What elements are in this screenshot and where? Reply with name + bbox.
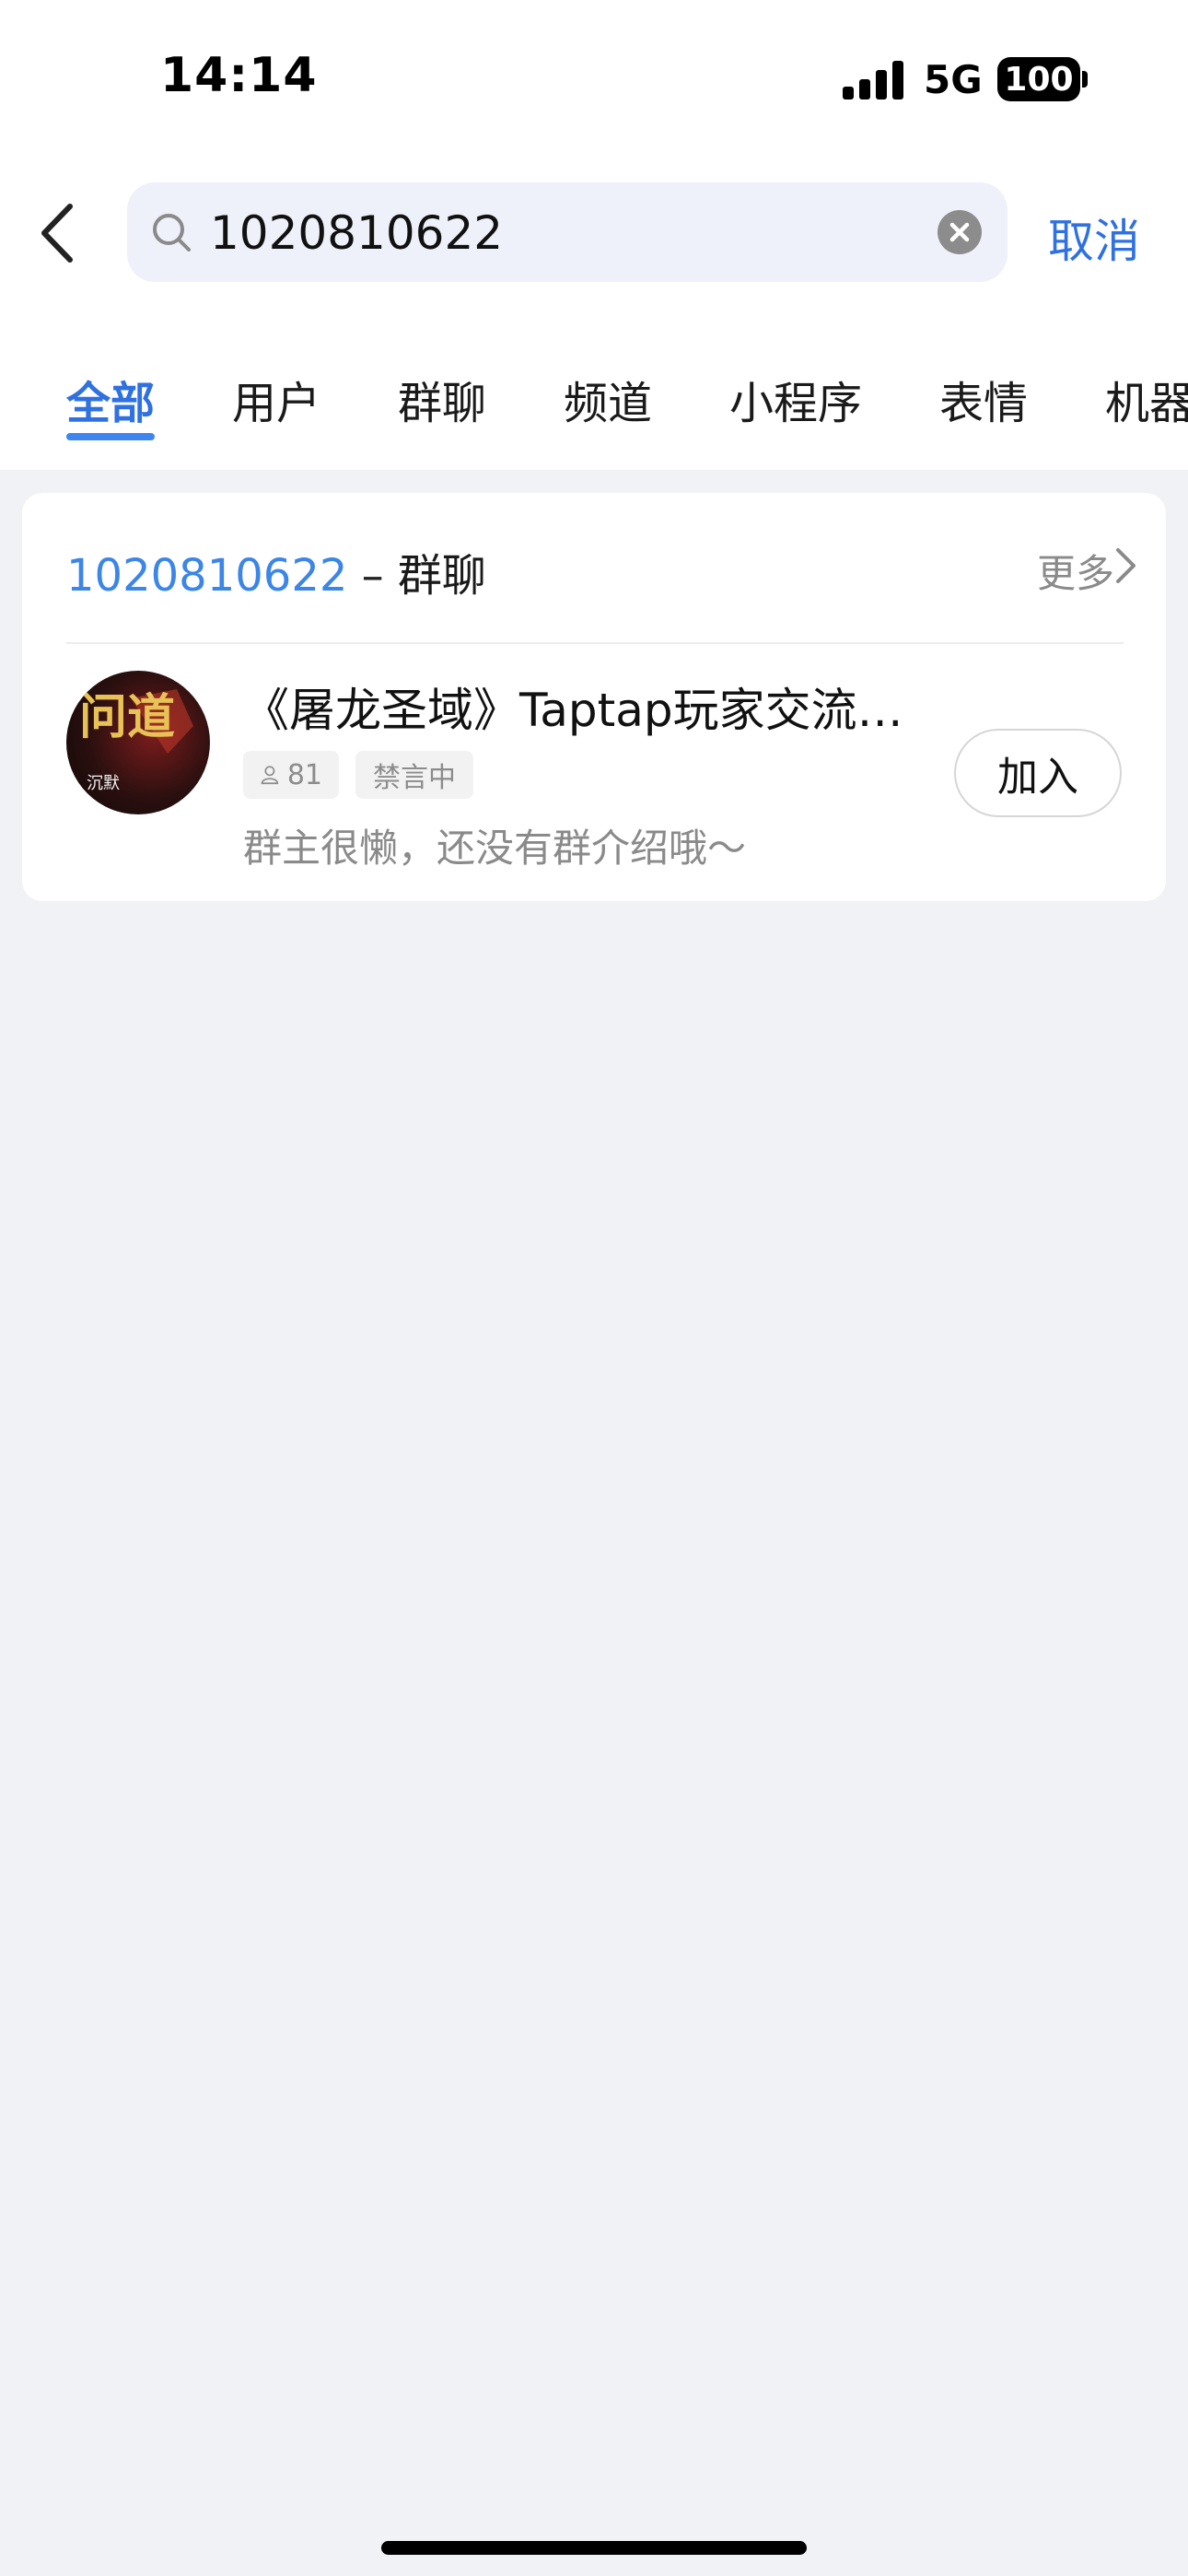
cancel-button[interactable]: 取消 <box>1048 205 1140 271</box>
chevron-right-icon[interactable] <box>1114 546 1138 585</box>
tab-users[interactable]: 用户 <box>232 367 320 431</box>
search-input[interactable]: 1020810622 <box>127 182 1007 282</box>
member-count-badge: 81 <box>243 751 339 799</box>
tab-all[interactable]: 全部 <box>66 367 155 431</box>
header-area: 14:14 5G 100 1020810622 取消 全部 用户 群聊 频道 小… <box>0 0 1188 470</box>
avatar-title: 问道 <box>79 689 175 745</box>
status-time: 14:14 <box>160 48 318 103</box>
clear-search-button[interactable] <box>938 210 982 254</box>
battery-icon: 100 <box>997 57 1080 101</box>
join-button[interactable]: 加入 <box>954 729 1122 817</box>
back-button[interactable] <box>35 201 81 265</box>
search-icon <box>153 214 191 252</box>
close-icon <box>949 222 970 242</box>
active-tab-indicator <box>66 433 155 440</box>
cellular-signal-icon <box>843 61 905 100</box>
group-results-card: 1020810622 – 群聊 更多 问道 沉默 《屠龙圣域》Taptap玩家交… <box>22 493 1166 901</box>
section-separator: – <box>347 550 398 602</box>
section-type: 群聊 <box>397 550 486 602</box>
tab-channels[interactable]: 频道 <box>564 367 652 431</box>
person-icon <box>261 766 279 785</box>
category-tabs: 全部 用户 群聊 频道 小程序 表情 机器 <box>0 359 1188 442</box>
tab-stickers[interactable]: 表情 <box>939 367 1028 431</box>
battery-cap <box>1082 71 1088 88</box>
mute-status-badge: 禁言中 <box>355 751 473 799</box>
tab-group-chats[interactable]: 群聊 <box>398 367 486 431</box>
battery-level: 100 <box>1004 60 1074 99</box>
member-count: 81 <box>286 758 322 791</box>
avatar-subtitle: 沉默 <box>87 774 120 793</box>
tab-mini-programs[interactable]: 小程序 <box>729 367 862 431</box>
home-indicator[interactable] <box>381 2541 807 2555</box>
section-title: 1020810622 – 群聊 <box>66 539 486 603</box>
chevron-left-icon <box>41 204 73 263</box>
tab-bots[interactable]: 机器 <box>1105 367 1188 431</box>
section-query: 1020810622 <box>66 550 348 602</box>
network-type: 5G <box>924 57 983 102</box>
group-description: 群主很懒，还没有群介绍哦～ <box>243 825 747 871</box>
more-link[interactable]: 更多 <box>1037 543 1114 599</box>
group-avatar[interactable]: 问道 沉默 <box>66 671 210 814</box>
group-avatar-image: 问道 沉默 <box>79 689 193 793</box>
divider <box>66 642 1124 644</box>
search-query-text[interactable]: 1020810622 <box>210 206 503 260</box>
group-name[interactable]: 《屠龙圣域》Taptap玩家交流… <box>243 673 961 740</box>
